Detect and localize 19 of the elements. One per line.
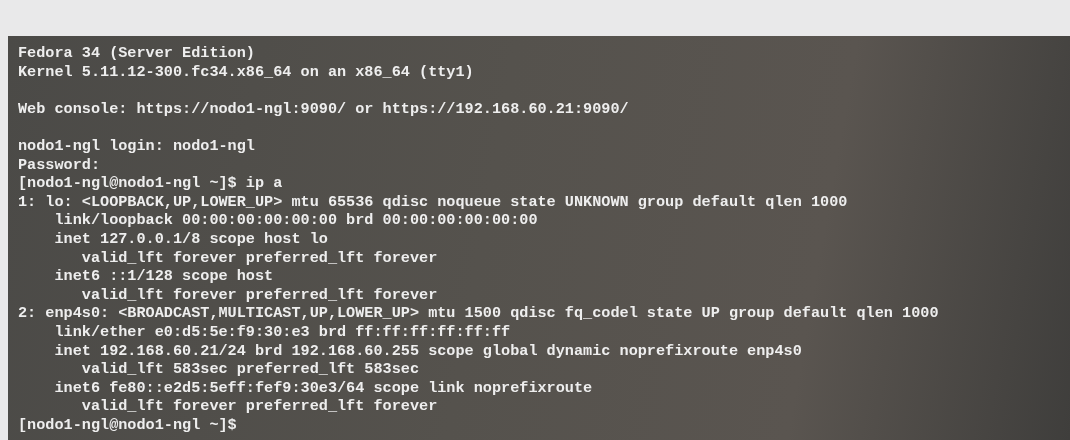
console-line: valid_lft forever preferred_lft forever [80,397,438,416]
console-line: Password: [18,155,101,175]
console-line: Kernel 5.11.12-300.fc34.x86_64 on an x86_64 (tty1) [18,62,474,82]
console-line: inet 192.168.60.21/24 brd 192.168.60.255 scope global dynamic noprefixroute enp4s0 [53,341,802,361]
console-line: link/loopback 00:00:00:00:00:00 brd 00:00:00:00:00:00 [53,211,538,230]
console-line: 2: enp4s0: <BROADCAST,MULTICAST,UP,LOWER_UP> mtu 1500 qdisc fq_codel state UP group default qlen 1000 [18,304,939,323]
console-line: 1: lo: <LOOPBACK,UP,LOWER_UP> mtu 65536 qdisc noqueue state UNKNOWN group default qlen 1000 [18,192,848,212]
console-line: nodo1-ngl login: nodo1-ngl [18,136,255,156]
console-line: link/ether e0:d5:5e:f9:30:e3 brd ff:ff:ff:ff:ff:ff [53,322,511,342]
console-line: Fedora 34 (Server Edition) [18,44,255,63]
console-line: inet6 ::1/128 scope host [53,267,274,286]
console-line: [nodo1-ngl@nodo1-ngl ~]$ [18,415,237,435]
console-line: inet 127.0.0.1/8 scope host lo [53,229,328,249]
console-line: valid_lft forever preferred_lft forever [80,285,438,305]
console-line: Web console: https://nodo1-ngl:9090/ or https://192.168.60.21:9090/ [18,99,629,119]
console-line: valid_lft forever preferred_lft forever [80,248,438,268]
console-line: [nodo1-ngl@nodo1-ngl ~]$ ip a [18,174,283,193]
console-line: inet6 fe80::e2d5:5eff:fef9:30e3/64 scope link noprefixroute [53,378,593,398]
console-line: valid_lft 583sec preferred_lft 583sec [80,360,419,379]
